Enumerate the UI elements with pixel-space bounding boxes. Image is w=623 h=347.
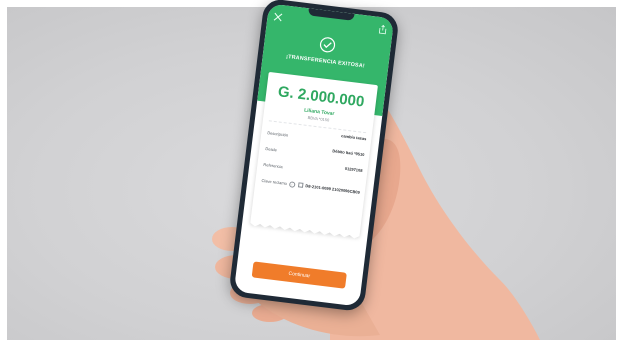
success-title: ¡TRANSFERENCIA EXITOSA!	[285, 53, 366, 70]
check-circle-icon	[319, 37, 336, 53]
row-value: D8-2101-0099 21020096CB09	[298, 182, 360, 195]
row-label: Clave reclamo i	[261, 177, 296, 188]
photo-frame: ¡TRANSFERENCIA EXITOSA! G. 2.000.000 Lil…	[0, 0, 623, 347]
close-icon[interactable]	[273, 12, 283, 22]
claim-key-value: D8-2101-0099 21020096CB09	[305, 183, 361, 195]
row-label: Referencia	[263, 161, 283, 170]
copy-icon[interactable]	[298, 182, 304, 189]
share-icon[interactable]	[378, 24, 387, 35]
info-icon[interactable]: i	[288, 181, 296, 188]
row-value: 01297108	[344, 165, 363, 174]
row-label: Descripción	[267, 130, 289, 138]
row-label: Desde	[265, 146, 278, 153]
row-label-text: Clave reclamo	[261, 177, 288, 186]
continue-button[interactable]: Continuar	[251, 261, 347, 289]
receipt-card: G. 2.000.000 Liliana Tovar BBVA *0150 De…	[250, 71, 378, 237]
receipt-row: Clave reclamo i D8-2101-0099 21020096CB0…	[261, 178, 360, 198]
row-value: cambio tasas	[340, 133, 367, 142]
